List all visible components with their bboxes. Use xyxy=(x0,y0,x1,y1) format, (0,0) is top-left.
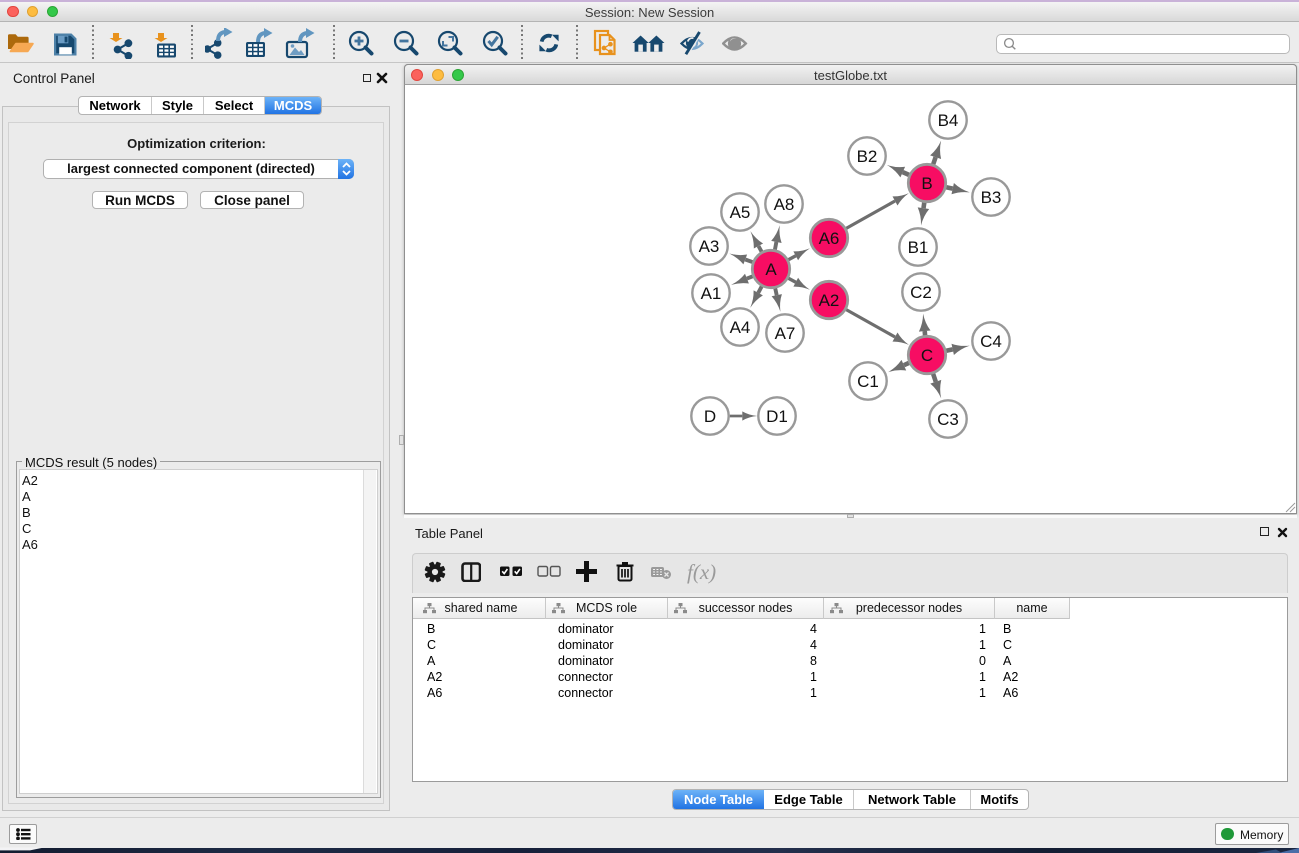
svg-text:B1: B1 xyxy=(908,238,929,257)
svg-text:D1: D1 xyxy=(766,407,788,426)
svg-text:A5: A5 xyxy=(730,203,751,222)
svg-text:A1: A1 xyxy=(701,284,722,303)
svg-text:C4: C4 xyxy=(980,332,1002,351)
svg-text:C: C xyxy=(921,346,933,365)
svg-text:A2: A2 xyxy=(819,291,840,310)
svg-text:B: B xyxy=(921,174,932,193)
svg-text:B4: B4 xyxy=(938,111,959,130)
svg-text:A6: A6 xyxy=(819,229,840,248)
svg-text:D: D xyxy=(704,407,716,426)
svg-text:C3: C3 xyxy=(937,410,959,429)
svg-text:A8: A8 xyxy=(774,195,795,214)
svg-text:C2: C2 xyxy=(910,283,932,302)
svg-text:A4: A4 xyxy=(730,318,751,337)
svg-text:C1: C1 xyxy=(857,372,879,391)
svg-text:A3: A3 xyxy=(699,237,720,256)
svg-text:A7: A7 xyxy=(775,324,796,343)
svg-text:B3: B3 xyxy=(981,188,1002,207)
svg-text:A: A xyxy=(765,260,777,279)
svg-text:B2: B2 xyxy=(857,147,878,166)
